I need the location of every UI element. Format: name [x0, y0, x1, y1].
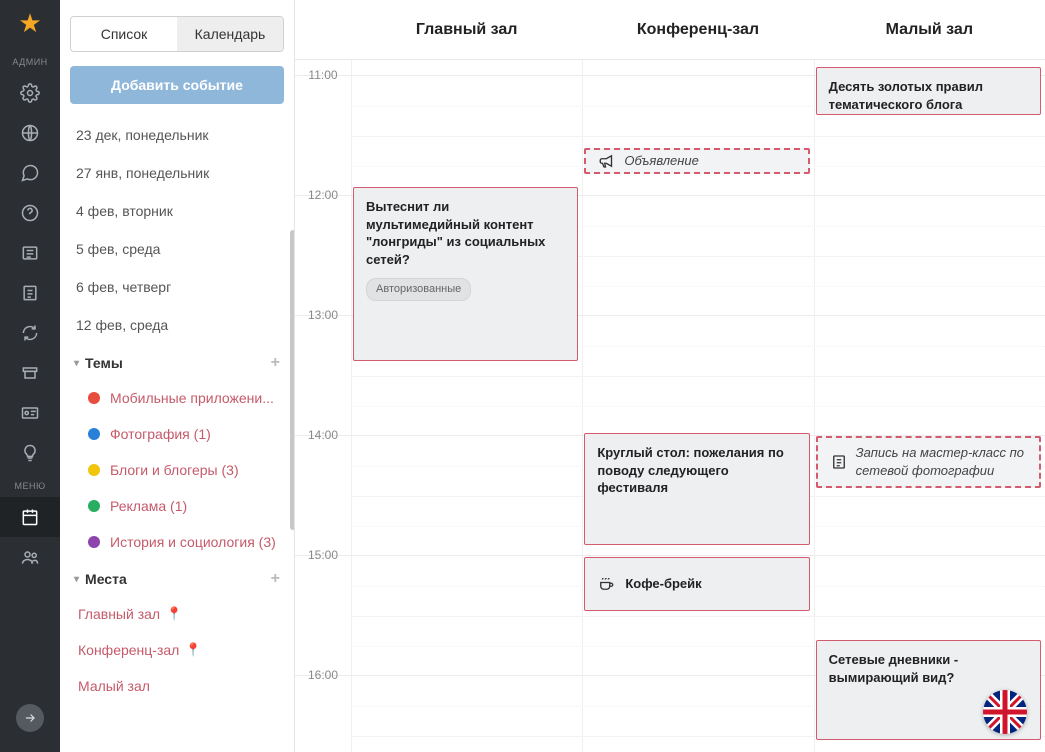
- date-item[interactable]: 4 фев, вторник: [70, 192, 284, 230]
- event-title: Сетевые дневники - вымирающий вид?: [829, 651, 1028, 686]
- event-title: Вытеснит ли мультимедийный контент "лонг…: [366, 198, 565, 268]
- hour-label: 12:00: [295, 188, 351, 202]
- topic-label: Блоги и блогеры (3): [110, 462, 239, 478]
- view-toggle: Список Календарь: [70, 16, 284, 52]
- places-header-label: Места: [85, 571, 127, 587]
- calendar-body[interactable]: 11:00 12:00 13:00 14:00 15:00 16:00 Деся…: [295, 60, 1045, 752]
- topic-item[interactable]: Фотография (1): [70, 416, 284, 452]
- pin-icon: 📍: [166, 606, 182, 622]
- chevron-down-icon: ▾: [74, 358, 79, 369]
- topic-color-dot: [88, 464, 100, 476]
- hour-label: 16:00: [295, 668, 351, 682]
- event-card[interactable]: Вытеснит ли мультимедийный контент "лонг…: [353, 187, 578, 361]
- rail-chat[interactable]: [0, 153, 60, 193]
- clipboard-icon: [830, 453, 848, 471]
- rail-section-admin: АДМИН: [12, 57, 47, 67]
- event-card[interactable]: Кофе-брейк: [584, 557, 809, 611]
- date-item[interactable]: 27 янв, понедельник: [70, 154, 284, 192]
- topic-item[interactable]: Блоги и блогеры (3): [70, 452, 284, 488]
- event-card[interactable]: Десять золотых правил тематического блог…: [816, 67, 1041, 115]
- topic-label: Фотография (1): [110, 426, 211, 442]
- icon-rail: ★ АДМИН МЕНЮ: [0, 0, 60, 752]
- place-label: Малый зал: [78, 678, 150, 694]
- event-card-dashed[interactable]: Объявление: [584, 148, 809, 174]
- event-title: Кофе-брейк: [625, 575, 701, 593]
- hour-label: 14:00: [295, 428, 351, 442]
- column-header: Малый зал: [814, 0, 1045, 59]
- topic-label: Реклама (1): [110, 498, 187, 514]
- rail-settings[interactable]: [0, 73, 60, 113]
- rail-help[interactable]: [0, 193, 60, 233]
- place-label: Конференц-зал: [78, 642, 179, 658]
- event-title: Запись на мастер-класс по сетевой фотогр…: [856, 444, 1027, 479]
- megaphone-icon: [598, 152, 616, 170]
- chevron-down-icon: ▾: [74, 574, 79, 585]
- topic-label: История и социология (3): [110, 534, 276, 550]
- rail-globe[interactable]: [0, 113, 60, 153]
- date-item[interactable]: 23 дек, понедельник: [70, 116, 284, 154]
- topic-color-dot: [88, 500, 100, 512]
- rail-idea[interactable]: [0, 433, 60, 473]
- add-event-button[interactable]: Добавить событие: [70, 66, 284, 104]
- topic-color-dot: [88, 392, 100, 404]
- places-header[interactable]: ▾ Места +: [70, 560, 284, 596]
- pin-icon: 📍: [185, 642, 201, 658]
- rail-archive[interactable]: [0, 353, 60, 393]
- event-card[interactable]: Круглый стол: пожелания по поводу следую…: [584, 433, 809, 545]
- add-place-button[interactable]: +: [271, 570, 280, 588]
- event-card-dashed[interactable]: Запись на мастер-класс по сетевой фотогр…: [816, 436, 1041, 488]
- calendar-header: Главный зал Конференц-зал Малый зал: [295, 0, 1045, 60]
- topic-item[interactable]: История и социология (3): [70, 524, 284, 560]
- topic-color-dot: [88, 428, 100, 440]
- topic-item[interactable]: Мобильные приложени...: [70, 380, 284, 416]
- language-button[interactable]: [983, 690, 1027, 734]
- view-calendar-tab[interactable]: Календарь: [177, 17, 283, 51]
- event-tag: Авторизованные: [366, 278, 471, 301]
- rail-news[interactable]: [0, 233, 60, 273]
- topics-header-label: Темы: [85, 355, 123, 371]
- topic-item[interactable]: Реклама (1): [70, 488, 284, 524]
- place-label: Главный зал: [78, 606, 160, 622]
- place-item[interactable]: Конференц-зал 📍: [70, 632, 284, 668]
- sidebar: Список Календарь Добавить событие 23 дек…: [60, 0, 295, 752]
- rail-loop[interactable]: [0, 313, 60, 353]
- topics-header[interactable]: ▾ Темы +: [70, 344, 284, 380]
- date-item[interactable]: 12 фев, среда: [70, 306, 284, 344]
- rail-calendar[interactable]: [0, 497, 60, 537]
- calendar: Главный зал Конференц-зал Малый зал 11:0…: [295, 0, 1045, 752]
- add-topic-button[interactable]: +: [271, 354, 280, 372]
- column-header: Конференц-зал: [582, 0, 813, 59]
- event-title: Десять золотых правил тематического блог…: [829, 78, 1028, 113]
- column-header: Главный зал: [351, 0, 582, 59]
- event-title: Круглый стол: пожелания по поводу следую…: [597, 444, 796, 497]
- topic-label: Мобильные приложени...: [110, 390, 274, 406]
- coffee-icon: [597, 575, 615, 593]
- event-title: Объявление: [624, 152, 699, 170]
- rail-card[interactable]: [0, 393, 60, 433]
- logo-star-icon: ★: [18, 8, 41, 39]
- hour-label: 15:00: [295, 548, 351, 562]
- hour-label: 11:00: [295, 68, 351, 82]
- rail-section-menu: МЕНЮ: [14, 481, 45, 491]
- place-item[interactable]: Малый зал: [70, 668, 284, 704]
- date-item[interactable]: 5 фев, среда: [70, 230, 284, 268]
- topic-color-dot: [88, 536, 100, 548]
- rail-collapse-button[interactable]: [16, 704, 44, 732]
- view-list-tab[interactable]: Список: [71, 17, 177, 51]
- rail-users[interactable]: [0, 537, 60, 577]
- date-item[interactable]: 6 фев, четверг: [70, 268, 284, 306]
- place-item[interactable]: Главный зал 📍: [70, 596, 284, 632]
- rail-tasks[interactable]: [0, 273, 60, 313]
- hour-label: 13:00: [295, 308, 351, 322]
